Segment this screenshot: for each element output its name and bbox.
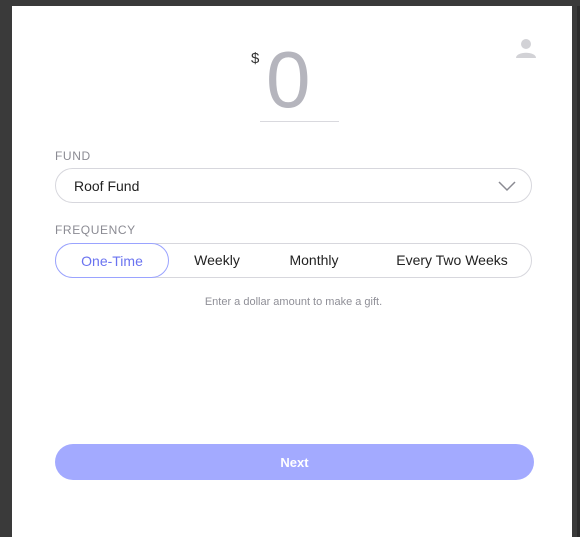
amount-value[interactable]: 0 (266, 40, 311, 120)
fund-select[interactable]: Roof Fund (55, 168, 532, 203)
frequency-option-monthly[interactable]: Monthly (276, 243, 352, 278)
frequency-option-weekly[interactable]: Weekly (180, 243, 254, 278)
fund-select-value: Roof Fund (74, 177, 140, 194)
frequency-selector: One-Time Weekly Monthly Every Two Weeks (55, 243, 532, 278)
chevron-down-icon (498, 181, 516, 192)
frequency-option-one-time[interactable]: One-Time (55, 243, 169, 278)
fund-label: FUND (55, 149, 91, 163)
user-icon[interactable] (515, 38, 537, 58)
amount-underline (260, 121, 339, 122)
amount-hint: Enter a dollar amount to make a gift. (204, 296, 383, 308)
next-button[interactable]: Next (55, 444, 534, 480)
currency-symbol: $ (251, 50, 260, 67)
amount-display[interactable]: $ 0 (240, 40, 340, 122)
frequency-option-every-two-weeks[interactable]: Every Two Weeks (374, 243, 530, 278)
frequency-label: FREQUENCY (55, 223, 136, 237)
